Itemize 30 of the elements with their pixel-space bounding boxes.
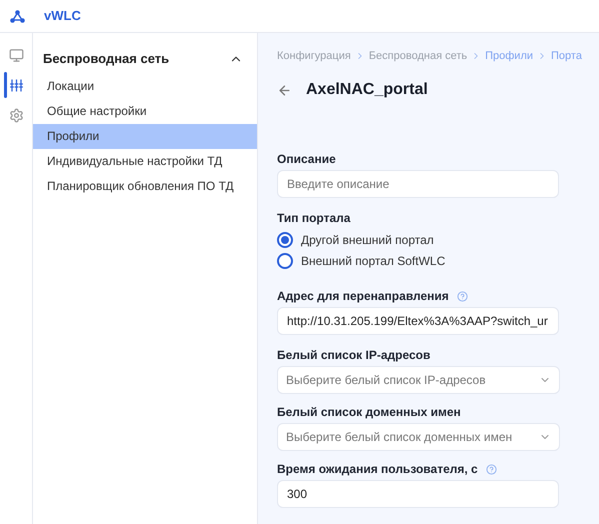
radio-label: Внешний портал SoftWLC bbox=[301, 252, 446, 270]
logo-icon bbox=[10, 10, 25, 22]
active-indicator bbox=[4, 72, 6, 98]
field-label: Белый список IP-адресов bbox=[277, 348, 430, 362]
sliders-icon[interactable] bbox=[8, 78, 24, 92]
field-label: Адрес для перенаправления bbox=[277, 289, 449, 303]
sidebar-item[interactable]: Общие настройки bbox=[33, 98, 257, 124]
sidebar-item[interactable]: Индивидуальные настройки ТД bbox=[33, 148, 257, 174]
sidebar-item[interactable]: Профили bbox=[33, 124, 257, 148]
field-label: Описание bbox=[277, 152, 336, 166]
settings-icon[interactable] bbox=[8, 108, 24, 122]
select-field[interactable]: Выберите белый список доменных имен bbox=[277, 423, 560, 451]
input-field[interactable]: 300 bbox=[277, 480, 559, 508]
field-label: Белый список доменных имен bbox=[277, 405, 461, 419]
breadcrumb-item: Конфигурация bbox=[277, 48, 351, 64]
field-label: Тип портала bbox=[277, 211, 350, 225]
radio-button[interactable] bbox=[277, 252, 293, 268]
sidebar-item[interactable]: Планировщик обновления ПО ТД bbox=[33, 174, 257, 198]
app-title: vWLC bbox=[44, 7, 81, 26]
input-field[interactable]: http://10.31.205.199/Eltex%3A%3AAP?switch_ur bbox=[277, 307, 559, 335]
section-title[interactable]: Беспроводная сеть bbox=[43, 49, 170, 68]
field-label: Время ожидания пользователя, с bbox=[277, 462, 478, 476]
breadcrumb-item: Беспроводная сеть bbox=[368, 48, 468, 64]
radio-label: Другой внешний портал bbox=[301, 232, 434, 248]
radio-button[interactable] bbox=[277, 232, 293, 248]
page-title: AxelNAC_portal bbox=[306, 80, 428, 100]
select-field[interactable]: Выберите белый список IP-адресов bbox=[277, 366, 560, 394]
sidebar-item[interactable]: Локации bbox=[33, 74, 257, 98]
monitor-icon[interactable] bbox=[8, 48, 24, 62]
input-field[interactable]: Введите описание bbox=[277, 170, 559, 198]
